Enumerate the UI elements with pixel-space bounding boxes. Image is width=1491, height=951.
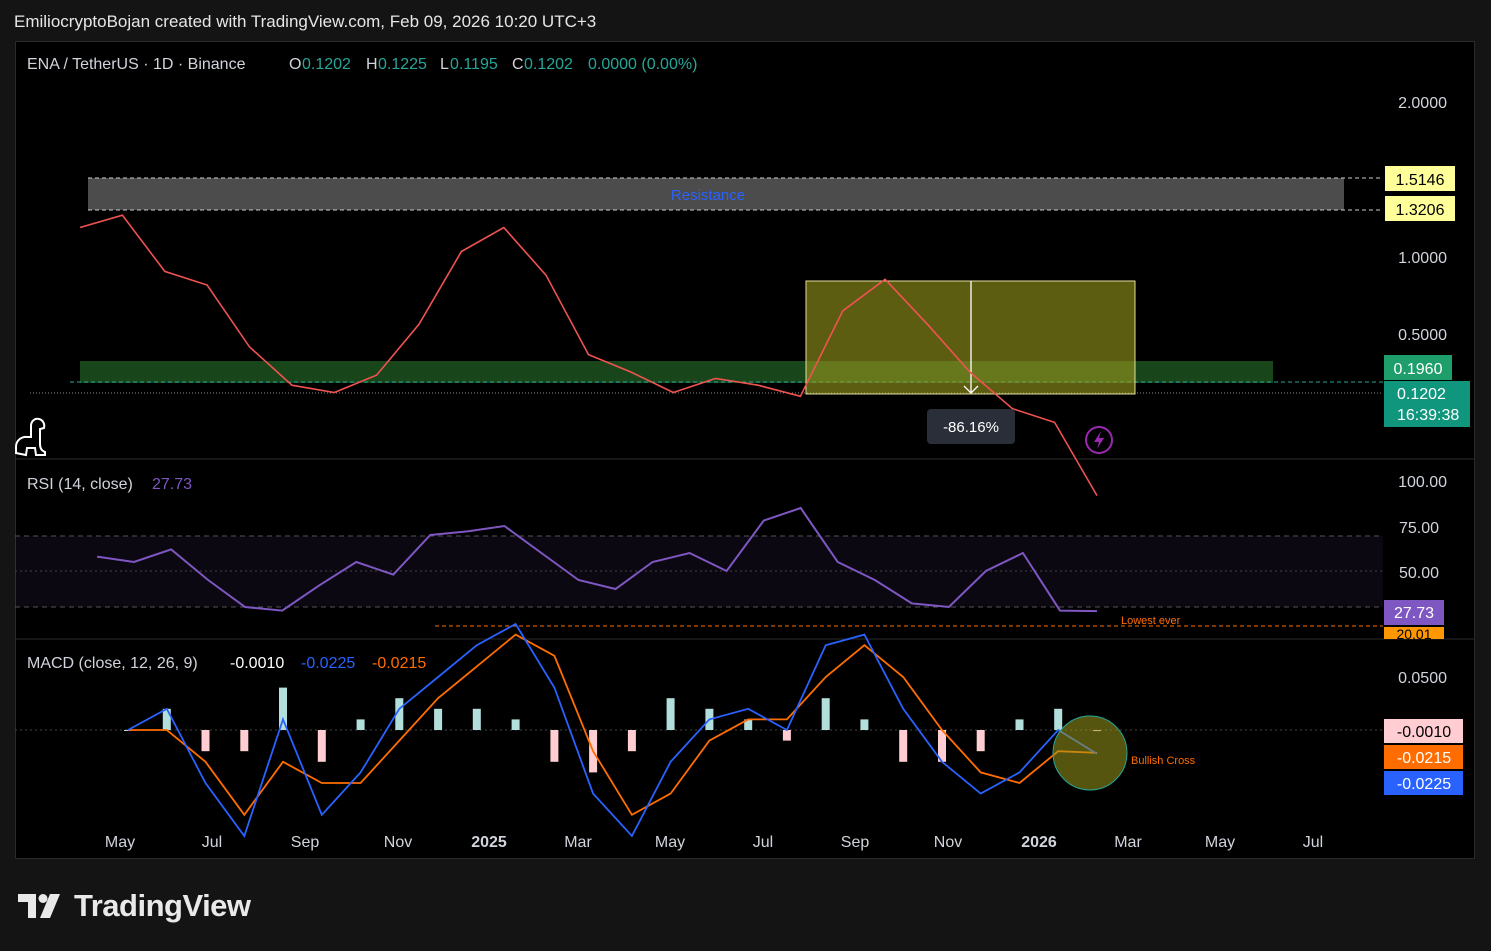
bullish-cross-label: Bullish Cross	[1131, 755, 1196, 767]
macd-histogram-bar	[240, 730, 249, 752]
time-axis-label: Nov	[384, 834, 412, 851]
macd-histogram-bar	[782, 730, 791, 741]
drop-percentage: -86.16%	[943, 419, 999, 436]
tag-rsi-text: 27.73	[1394, 605, 1434, 622]
macd-histogram-bar	[627, 730, 636, 752]
legend-c-label: C	[512, 56, 524, 73]
tag-support-text: 0.1960	[1394, 361, 1443, 378]
legend-change: 0.0000 (0.00%)	[588, 56, 697, 73]
macd-histogram-bar	[434, 708, 443, 730]
dino-icon	[15, 417, 46, 457]
macd-histogram-bar	[976, 730, 985, 752]
tag-macd-hist-text: -0.0010	[1397, 724, 1451, 741]
macd-value: -0.0225	[301, 655, 355, 672]
tag-macd-text: -0.0225	[1397, 776, 1451, 793]
macd-hist-value: -0.0010	[230, 655, 284, 672]
rsi-axis-label: 75.00	[1399, 520, 1439, 537]
macd-histogram-bar	[511, 719, 520, 730]
macd-histogram-bar	[860, 719, 869, 730]
legend-l-label: L	[440, 56, 449, 73]
tag-resistance-bottom-text: 1.3206	[1396, 202, 1445, 219]
macd-histogram-bar	[317, 730, 326, 762]
time-axis-label: 2025	[471, 834, 507, 851]
price-axis-label: 2.0000	[1398, 95, 1447, 112]
macd-histogram-bar	[899, 730, 908, 762]
rsi-axis-label: 50.00	[1399, 565, 1439, 582]
time-axis-label: Sep	[841, 834, 870, 851]
rsi-value: 27.73	[152, 476, 192, 493]
macd-axis-label: 0.0500	[1398, 670, 1447, 687]
time-axis-label: May	[105, 834, 135, 851]
rsi-title[interactable]: RSI (14, close)	[27, 476, 133, 493]
tag-macd-signal-text: -0.0215	[1397, 750, 1451, 767]
tag-last-price-text: 0.1202	[1397, 386, 1446, 403]
lowest-ever-label: Lowest ever	[1121, 615, 1181, 627]
macd-histogram-bar	[1015, 719, 1024, 730]
time-axis-label: Jul	[202, 834, 222, 851]
macd-histogram-bar	[472, 708, 481, 730]
tag-countdown-text: 16:39:38	[1397, 407, 1459, 424]
time-axis-label: May	[655, 834, 685, 851]
tag-resistance-top-text: 1.5146	[1396, 172, 1445, 189]
macd-histogram-bar	[279, 687, 287, 730]
legend-h-label: H	[366, 56, 378, 73]
macd-title[interactable]: MACD (close, 12, 26, 9)	[27, 655, 198, 672]
macd-histogram-bar	[162, 708, 171, 730]
tradingview-logo-icon	[18, 894, 60, 918]
bullish-cross-marker	[1052, 715, 1128, 791]
time-axis-label: Mar	[1114, 834, 1142, 851]
macd-histogram-bar	[666, 698, 675, 730]
legend-high: 0.1225	[378, 56, 427, 73]
macd-histogram-bar	[1054, 708, 1063, 730]
legend-o-label: O	[289, 56, 301, 73]
tradingview-logo[interactable]: TradingView	[18, 888, 251, 924]
time-axis-label: Mar	[564, 834, 592, 851]
resistance-label: Resistance	[671, 187, 745, 204]
macd-histogram-bar	[356, 719, 365, 730]
time-axis-label: Jul	[1303, 834, 1323, 851]
macd-histogram-bar	[821, 698, 830, 730]
macd-histogram-bar	[201, 730, 210, 752]
time-axis-label: 2026	[1021, 834, 1057, 851]
legend-close: 0.1202	[524, 56, 573, 73]
time-axis-label: Jul	[753, 834, 773, 851]
brand-name: TradingView	[74, 888, 251, 923]
macd-signal-value: -0.0215	[372, 655, 426, 672]
tag-rsi-low-text: 20.01	[1396, 626, 1431, 642]
price-axis-label: 1.0000	[1398, 250, 1447, 267]
lightning-icon[interactable]	[1085, 426, 1113, 454]
symbol-title[interactable]: ENA / TetherUS · 1D · Binance	[27, 56, 246, 73]
time-axis-label: Nov	[934, 834, 962, 851]
time-axis-label: Sep	[291, 834, 320, 851]
legend-open: 0.1202	[302, 56, 351, 73]
chart-canvas[interactable]: Resistance -86.16% 2.0000 1.0000 0.5000 …	[0, 0, 1491, 951]
macd-histogram-bar	[550, 730, 559, 762]
legend-low: 0.1195	[450, 56, 498, 73]
rsi-axis-label: 100.00	[1398, 474, 1447, 491]
price-axis-label: 0.5000	[1398, 327, 1447, 344]
time-axis-label: May	[1205, 834, 1235, 851]
